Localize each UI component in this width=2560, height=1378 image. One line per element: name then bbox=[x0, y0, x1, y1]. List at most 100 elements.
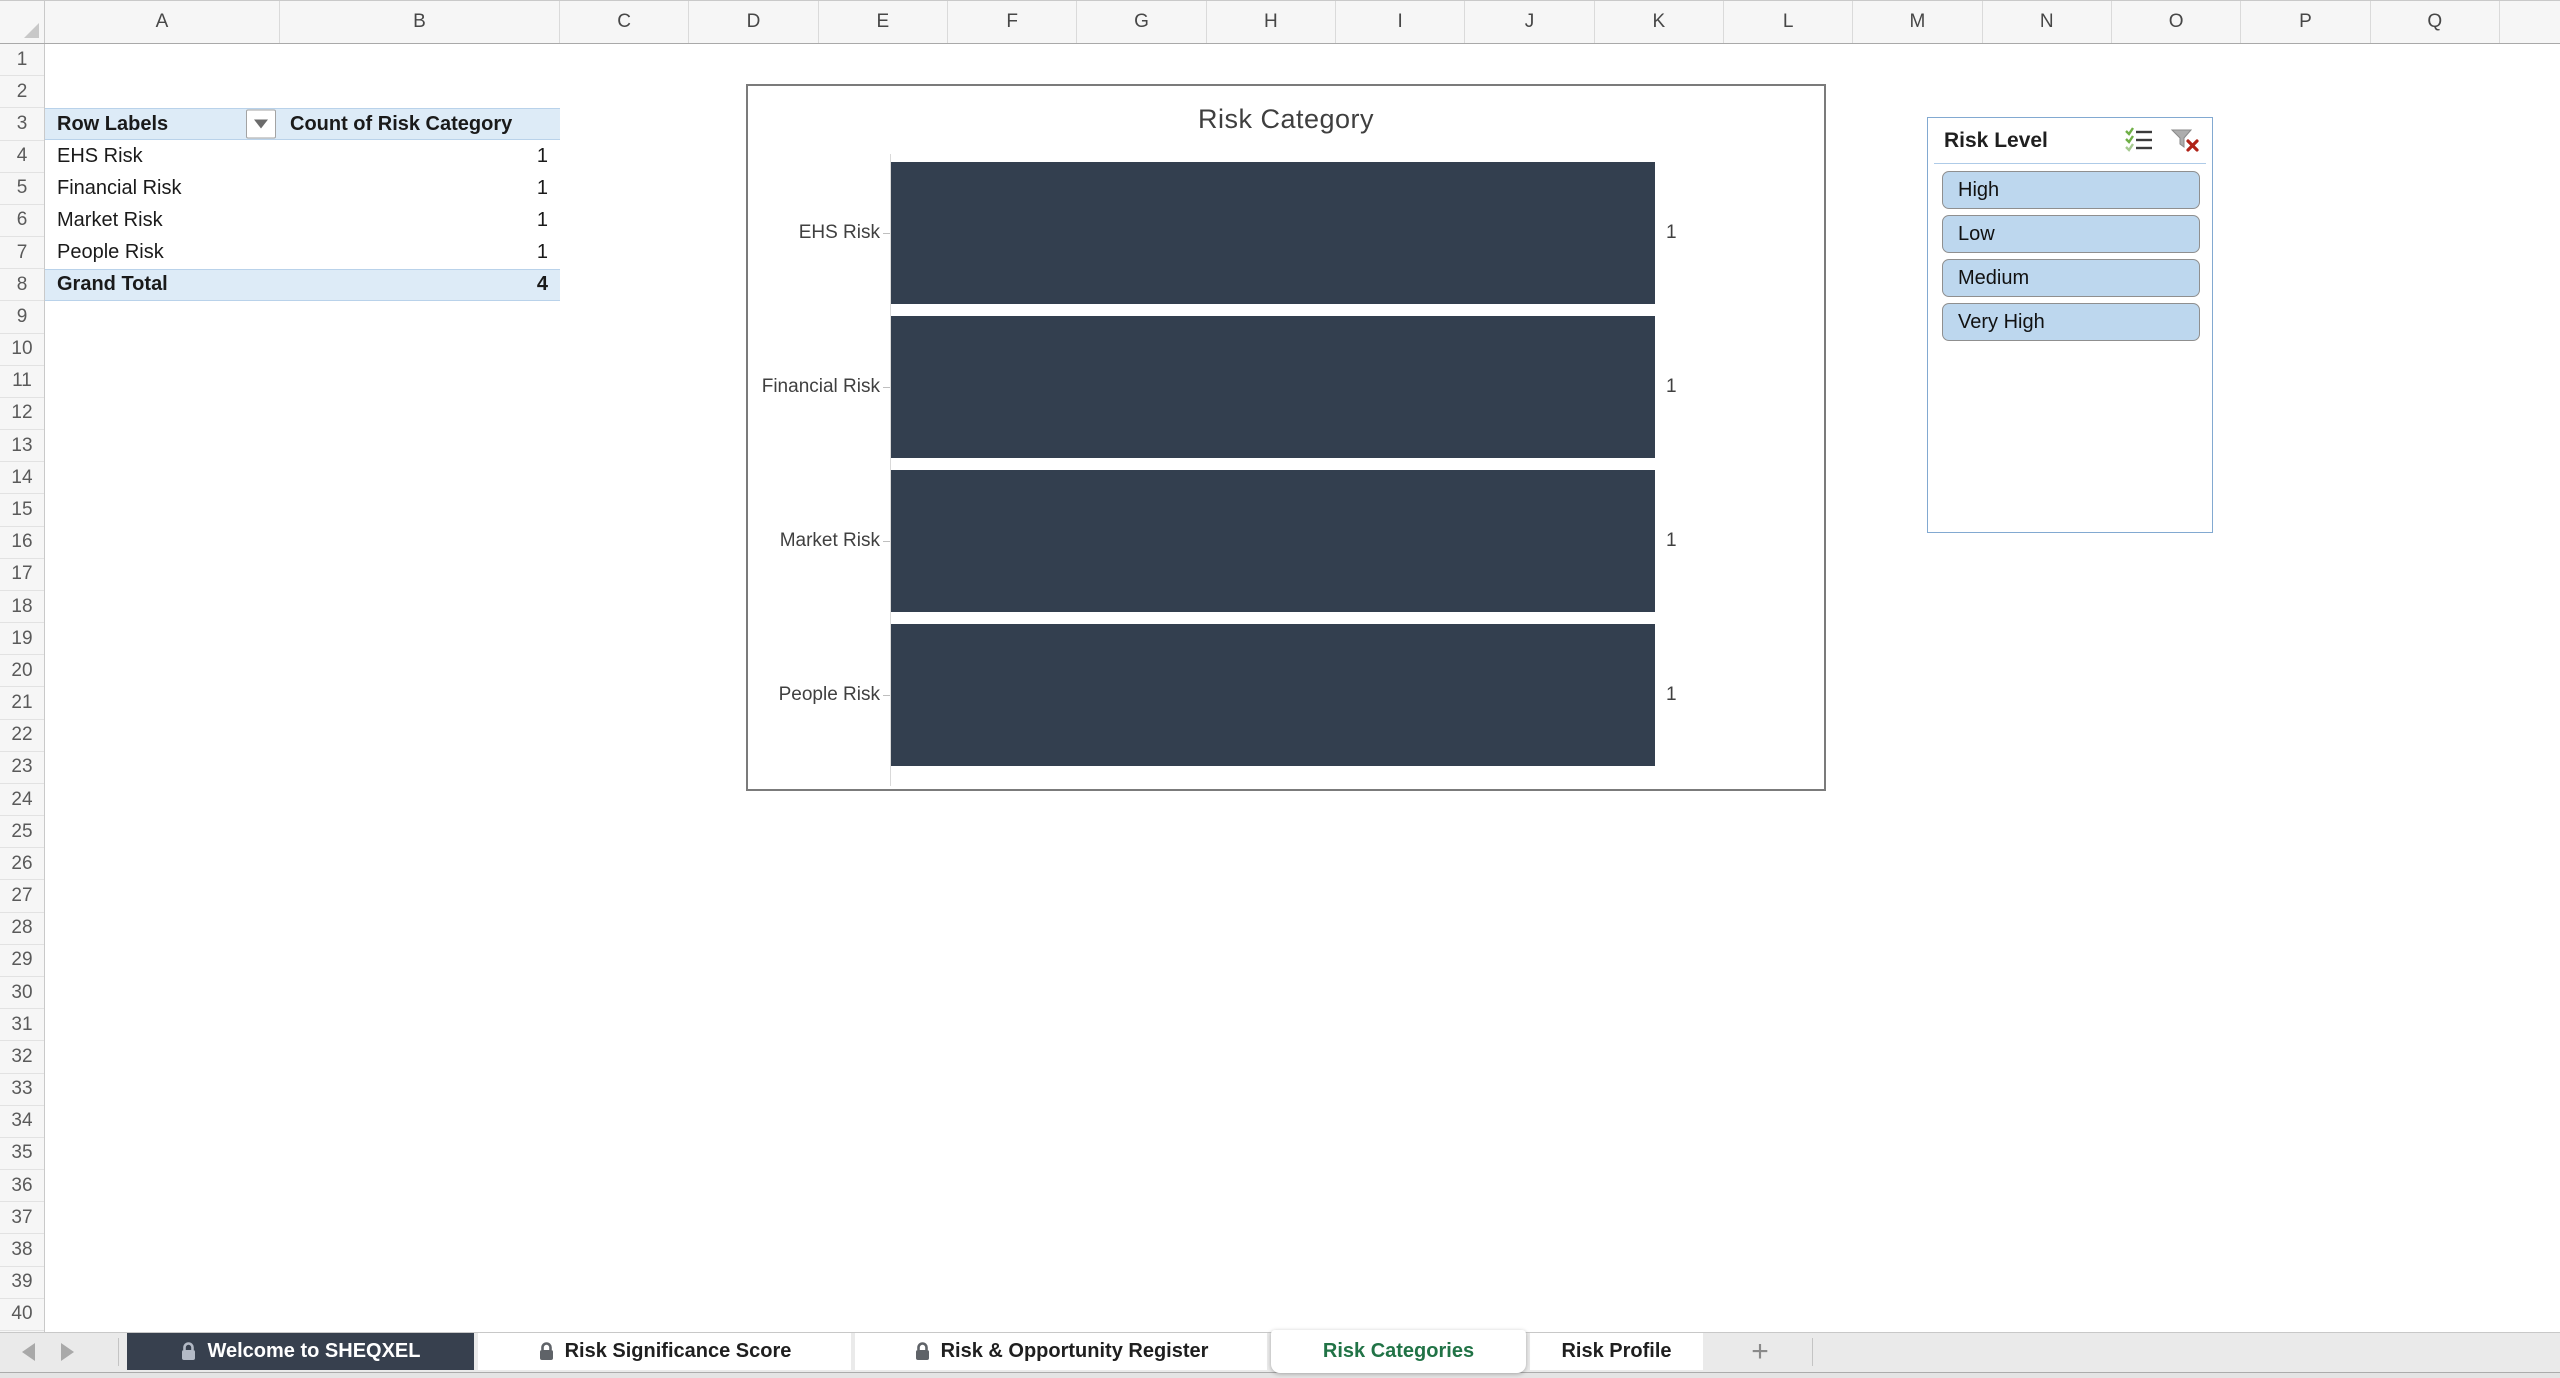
row-header[interactable]: 33 bbox=[0, 1074, 44, 1106]
column-header[interactable]: J bbox=[1465, 1, 1595, 43]
column-header[interactable]: A bbox=[45, 1, 280, 43]
pivot-grand-total-row[interactable]: Grand Total 4 bbox=[45, 268, 560, 302]
row-header[interactable]: 10 bbox=[0, 334, 44, 366]
row-header[interactable]: 3 bbox=[0, 108, 44, 141]
row-header[interactable]: 25 bbox=[0, 816, 44, 849]
prev-sheet-icon[interactable] bbox=[22, 1342, 35, 1361]
row-header[interactable]: 21 bbox=[0, 687, 44, 720]
row-header[interactable]: 18 bbox=[0, 591, 44, 624]
sheet-tab[interactable]: Risk Significance Score bbox=[478, 1333, 851, 1370]
row-header[interactable]: 9 bbox=[0, 301, 44, 334]
chart-category-label: People Risk bbox=[778, 684, 880, 705]
row-header[interactable]: 15 bbox=[0, 494, 44, 527]
row-header[interactable]: 26 bbox=[0, 848, 44, 881]
sheet-tab[interactable]: Risk Categories bbox=[1271, 1330, 1526, 1373]
column-header[interactable]: O bbox=[2112, 1, 2242, 43]
row-header[interactable]: 23 bbox=[0, 752, 44, 784]
chart-bar[interactable] bbox=[891, 316, 1655, 458]
sheet-tab-label: Risk & Opportunity Register bbox=[940, 1340, 1209, 1362]
column-header[interactable]: K bbox=[1595, 1, 1724, 43]
risk-level-slicer[interactable]: Risk Level High Low Medium Very High bbox=[1927, 117, 2213, 533]
row-header[interactable]: 38 bbox=[0, 1234, 44, 1267]
row-header[interactable]: 35 bbox=[0, 1138, 44, 1171]
row-header[interactable]: 7 bbox=[0, 237, 44, 270]
sheet-tab[interactable]: Welcome to SHEQXEL bbox=[127, 1333, 474, 1370]
chart-data-label: 1 bbox=[1666, 684, 1677, 705]
column-header[interactable]: M bbox=[1853, 1, 1983, 43]
row-header[interactable]: 1 bbox=[0, 44, 44, 77]
chart-bar[interactable] bbox=[891, 624, 1655, 766]
pivot-data-row[interactable]: Market Risk 1 bbox=[45, 205, 560, 237]
sheet-tab-bar: Welcome to SHEQXEL Risk Significance Sco… bbox=[0, 1330, 2560, 1373]
column-header[interactable]: C bbox=[560, 1, 690, 43]
sheet-tab-label: Welcome to SHEQXEL bbox=[207, 1340, 421, 1362]
column-header[interactable]: E bbox=[819, 1, 948, 43]
column-header[interactable]: Q bbox=[2371, 1, 2500, 43]
pivot-values-header-cell[interactable]: Count of Risk Category bbox=[280, 109, 560, 139]
row-header[interactable]: 19 bbox=[0, 623, 44, 656]
row-header[interactable]: 34 bbox=[0, 1106, 44, 1138]
column-header[interactable]: H bbox=[1207, 1, 1336, 43]
slicer-item[interactable]: High bbox=[1942, 171, 2200, 209]
slicer-item[interactable]: Medium bbox=[1942, 259, 2200, 297]
row-header[interactable]: 32 bbox=[0, 1041, 44, 1074]
chart-bar[interactable] bbox=[891, 162, 1655, 304]
row-header[interactable]: 4 bbox=[0, 141, 44, 173]
sheet-tab[interactable]: Risk & Opportunity Register bbox=[855, 1333, 1267, 1370]
filter-dropdown-icon bbox=[254, 119, 268, 129]
column-header[interactable]: F bbox=[948, 1, 1078, 43]
row-header[interactable]: 40 bbox=[0, 1299, 44, 1331]
row-header[interactable]: 16 bbox=[0, 527, 44, 559]
row-header[interactable]: 11 bbox=[0, 366, 44, 398]
slicer-item[interactable]: Very High bbox=[1942, 303, 2200, 341]
row-header[interactable]: 17 bbox=[0, 559, 44, 591]
slicer-title: Risk Level bbox=[1944, 129, 2048, 152]
pivot-data-row[interactable]: Financial Risk 1 bbox=[45, 172, 560, 204]
pivot-data-row[interactable]: People Risk 1 bbox=[45, 237, 560, 269]
pivot-data-row[interactable]: EHS Risk 1 bbox=[45, 140, 560, 172]
lock-icon bbox=[180, 1341, 197, 1363]
row-header[interactable]: 20 bbox=[0, 655, 44, 688]
row-header[interactable]: 8 bbox=[0, 269, 44, 302]
chart-bar[interactable] bbox=[891, 470, 1655, 612]
row-header[interactable]: 31 bbox=[0, 1009, 44, 1042]
row-header[interactable]: 27 bbox=[0, 880, 44, 913]
chart-data-label: 1 bbox=[1666, 222, 1677, 243]
select-all-corner[interactable] bbox=[0, 1, 45, 43]
column-header[interactable]: B bbox=[280, 1, 560, 43]
pivot-row-labels-cell[interactable]: Row Labels bbox=[45, 109, 280, 139]
column-header[interactable]: L bbox=[1724, 1, 1854, 43]
row-header[interactable]: 12 bbox=[0, 398, 44, 431]
row-header[interactable]: 39 bbox=[0, 1267, 44, 1299]
row-header[interactable]: 6 bbox=[0, 205, 44, 238]
filter-dropdown-button[interactable] bbox=[246, 109, 276, 139]
row-header[interactable]: 37 bbox=[0, 1202, 44, 1235]
multi-select-icon[interactable] bbox=[2124, 127, 2154, 153]
column-header[interactable]: D bbox=[689, 1, 819, 43]
clear-filter-icon[interactable] bbox=[2170, 127, 2200, 153]
slicer-header: Risk Level bbox=[1928, 118, 2212, 164]
add-sheet-icon[interactable]: + bbox=[1738, 1333, 1782, 1370]
row-header[interactable]: 36 bbox=[0, 1170, 44, 1203]
column-header[interactable]: I bbox=[1336, 1, 1466, 43]
column-header[interactable]: N bbox=[1983, 1, 2112, 43]
row-header[interactable]: 5 bbox=[0, 173, 44, 205]
column-header-strip: ABCDEFGHIJKLMNOPQ bbox=[0, 0, 2560, 44]
row-header[interactable]: 28 bbox=[0, 913, 44, 945]
row-header[interactable]: 30 bbox=[0, 977, 44, 1010]
pivot-values-header-text: Count of Risk Category bbox=[290, 112, 513, 135]
row-header[interactable]: 29 bbox=[0, 945, 44, 977]
sheet-tab[interactable]: Risk Profile bbox=[1530, 1333, 1703, 1370]
row-header[interactable]: 2 bbox=[0, 76, 44, 109]
row-header[interactable]: 14 bbox=[0, 462, 44, 495]
column-header[interactable]: G bbox=[1077, 1, 1207, 43]
risk-category-chart[interactable]: Risk Category EHS Risk Financial Risk Mark… bbox=[746, 84, 1826, 791]
column-header[interactable]: P bbox=[2241, 1, 2371, 43]
chart-category-label: Market Risk bbox=[779, 530, 880, 551]
next-sheet-icon[interactable] bbox=[61, 1342, 74, 1361]
sheet-nav bbox=[22, 1333, 74, 1370]
row-header[interactable]: 13 bbox=[0, 430, 44, 463]
row-header[interactable]: 22 bbox=[0, 720, 44, 752]
row-header[interactable]: 24 bbox=[0, 784, 44, 817]
slicer-item[interactable]: Low bbox=[1942, 215, 2200, 253]
